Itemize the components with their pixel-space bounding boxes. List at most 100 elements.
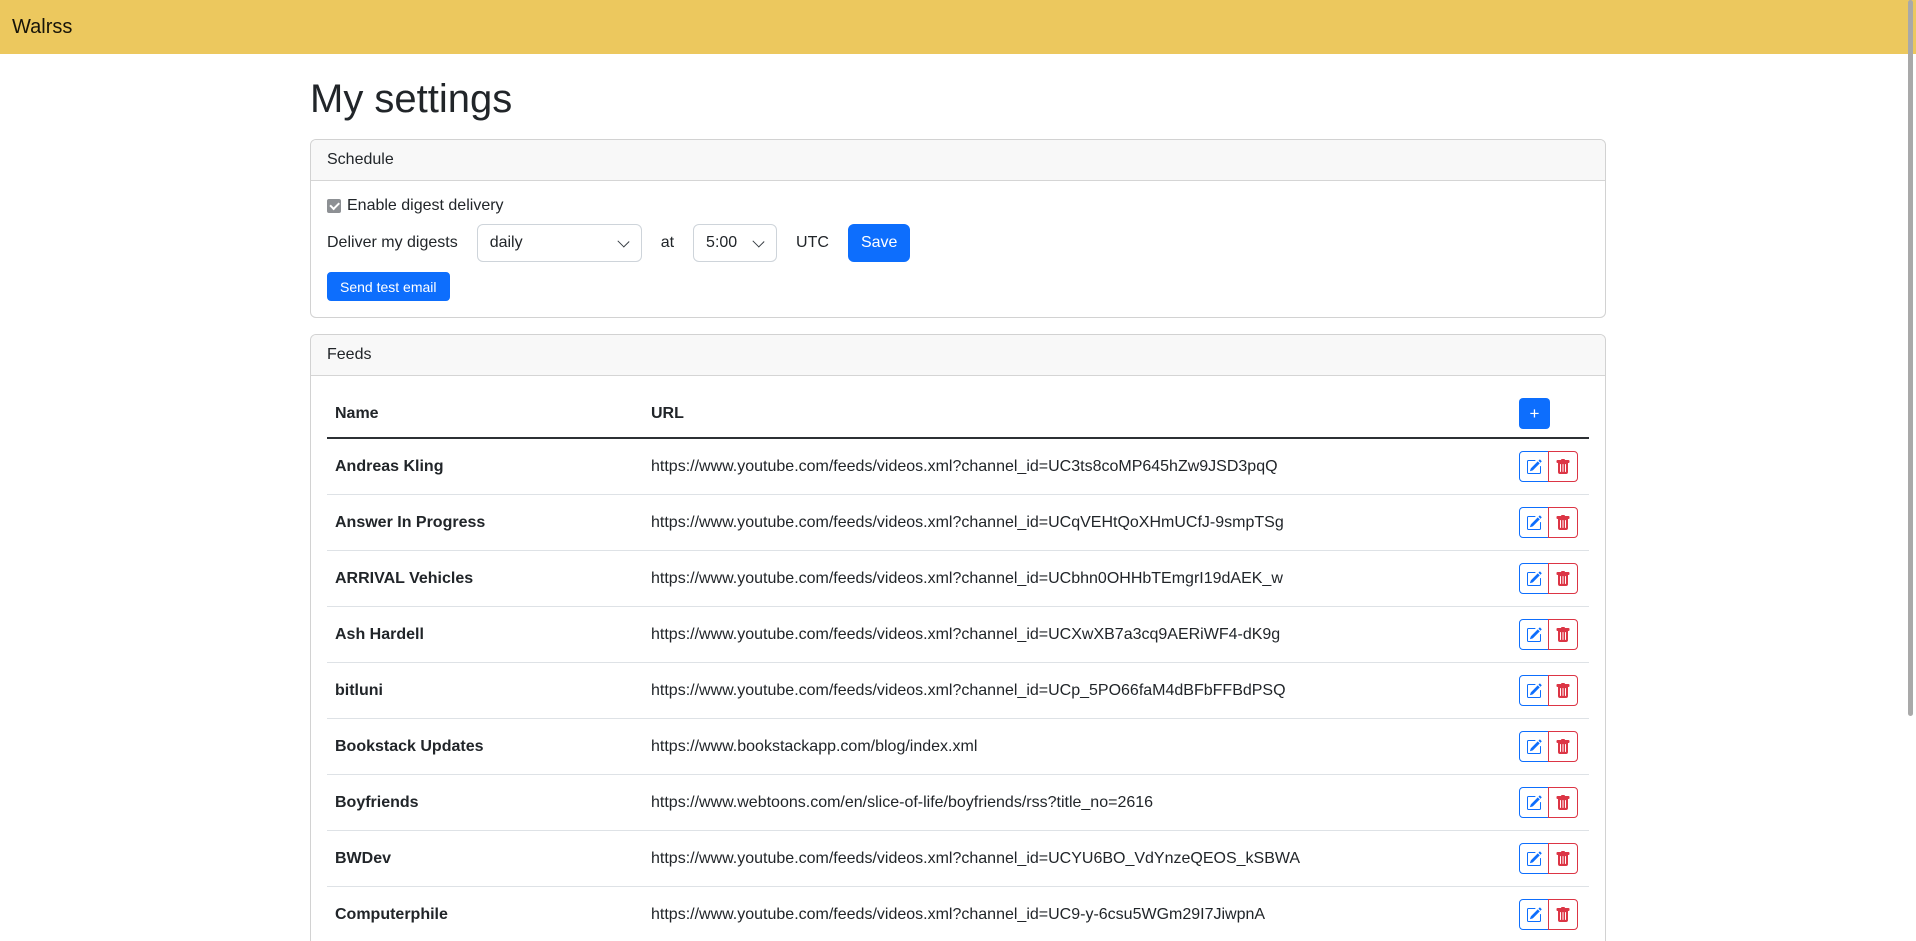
delete-feed-button[interactable] bbox=[1548, 507, 1578, 538]
chevron-down-icon bbox=[617, 235, 629, 247]
table-row: Ash Hardell https://www.youtube.com/feed… bbox=[327, 607, 1589, 663]
delete-feed-button[interactable] bbox=[1548, 451, 1578, 482]
edit-feed-button[interactable] bbox=[1519, 787, 1549, 818]
table-row: Bookstack Updates https://www.bookstacka… bbox=[327, 719, 1589, 775]
feed-url: https://www.youtube.com/feeds/videos.xml… bbox=[643, 663, 1511, 719]
feed-url: https://www.youtube.com/feeds/videos.xml… bbox=[643, 495, 1511, 551]
frequency-selected-value: daily bbox=[490, 234, 523, 252]
edit-feed-button[interactable] bbox=[1519, 507, 1549, 538]
send-test-email-button[interactable]: Send test email bbox=[327, 272, 450, 301]
feed-url: https://www.bookstackapp.com/blog/index.… bbox=[643, 719, 1511, 775]
feed-name: BWDev bbox=[327, 831, 643, 887]
page-title: My settings bbox=[310, 75, 1606, 123]
feed-actions bbox=[1519, 787, 1578, 818]
table-row: Computerphile https://www.youtube.com/fe… bbox=[327, 887, 1589, 941]
feed-name: ARRIVAL Vehicles bbox=[327, 551, 643, 607]
feed-url: https://www.youtube.com/feeds/videos.xml… bbox=[643, 438, 1511, 495]
enable-digest-checkbox[interactable] bbox=[327, 199, 341, 213]
edit-feed-button[interactable] bbox=[1519, 899, 1549, 930]
feeds-card-header: Feeds bbox=[311, 335, 1605, 376]
enable-digest-label[interactable]: Enable digest delivery bbox=[347, 197, 504, 215]
vertical-scrollbar[interactable] bbox=[1908, 0, 1913, 716]
trash-icon bbox=[1555, 459, 1571, 475]
column-header-name: Name bbox=[327, 376, 643, 438]
table-row: bitluni https://www.youtube.com/feeds/vi… bbox=[327, 663, 1589, 719]
trash-icon bbox=[1555, 795, 1571, 811]
time-selected-value: 5:00 bbox=[706, 234, 737, 252]
trash-icon bbox=[1555, 515, 1571, 531]
edit-feed-button[interactable] bbox=[1519, 451, 1549, 482]
feed-actions bbox=[1519, 675, 1578, 706]
feed-actions bbox=[1519, 899, 1578, 930]
feed-name: Boyfriends bbox=[327, 775, 643, 831]
edit-feed-button[interactable] bbox=[1519, 619, 1549, 650]
feed-name: Ash Hardell bbox=[327, 607, 643, 663]
feed-actions bbox=[1519, 507, 1578, 538]
edit-feed-button[interactable] bbox=[1519, 675, 1549, 706]
feed-name: Answer In Progress bbox=[327, 495, 643, 551]
feeds-card: Feeds Name URL + Andreas Kling h bbox=[310, 334, 1606, 941]
frequency-select[interactable]: daily bbox=[477, 224, 642, 262]
chevron-down-icon bbox=[753, 235, 765, 247]
feed-actions bbox=[1519, 563, 1578, 594]
pencil-square-icon bbox=[1526, 683, 1542, 699]
feed-name: Andreas Kling bbox=[327, 438, 643, 495]
delete-feed-button[interactable] bbox=[1548, 563, 1578, 594]
table-row: Boyfriends https://www.webtoons.com/en/s… bbox=[327, 775, 1589, 831]
delete-feed-button[interactable] bbox=[1548, 899, 1578, 930]
navbar: Walrss bbox=[0, 0, 1916, 54]
time-select[interactable]: 5:00 bbox=[693, 224, 777, 262]
trash-icon bbox=[1555, 739, 1571, 755]
pencil-square-icon bbox=[1526, 851, 1542, 867]
table-row: Answer In Progress https://www.youtube.c… bbox=[327, 495, 1589, 551]
save-button[interactable]: Save bbox=[848, 224, 910, 262]
trash-icon bbox=[1555, 627, 1571, 643]
pencil-square-icon bbox=[1526, 515, 1542, 531]
pencil-square-icon bbox=[1526, 739, 1542, 755]
delete-feed-button[interactable] bbox=[1548, 731, 1578, 762]
feed-url: https://www.webtoons.com/en/slice-of-lif… bbox=[643, 775, 1511, 831]
schedule-card: Schedule Enable digest delivery Deliver … bbox=[310, 139, 1606, 318]
column-header-url: URL bbox=[643, 376, 1511, 438]
feed-actions bbox=[1519, 731, 1578, 762]
feeds-card-body: Name URL + Andreas Kling https://www.you… bbox=[311, 376, 1605, 941]
feeds-table-header-row: Name URL + bbox=[327, 376, 1589, 438]
main-content: My settings Schedule Enable digest deliv… bbox=[310, 54, 1606, 941]
at-label: at bbox=[661, 234, 674, 252]
table-row: BWDev https://www.youtube.com/feeds/vide… bbox=[327, 831, 1589, 887]
feed-url: https://www.youtube.com/feeds/videos.xml… bbox=[643, 551, 1511, 607]
pencil-square-icon bbox=[1526, 459, 1542, 475]
delete-feed-button[interactable] bbox=[1548, 619, 1578, 650]
feed-name: Computerphile bbox=[327, 887, 643, 941]
plus-icon: + bbox=[1530, 405, 1540, 422]
feed-url: https://www.youtube.com/feeds/videos.xml… bbox=[643, 887, 1511, 941]
feeds-table: Name URL + Andreas Kling https://www.you… bbox=[327, 376, 1589, 941]
delete-feed-button[interactable] bbox=[1548, 787, 1578, 818]
feed-url: https://www.youtube.com/feeds/videos.xml… bbox=[643, 607, 1511, 663]
table-row: ARRIVAL Vehicles https://www.youtube.com… bbox=[327, 551, 1589, 607]
pencil-square-icon bbox=[1526, 795, 1542, 811]
trash-icon bbox=[1555, 851, 1571, 867]
feed-actions bbox=[1519, 619, 1578, 650]
feed-actions bbox=[1519, 451, 1578, 482]
pencil-square-icon bbox=[1526, 571, 1542, 587]
pencil-square-icon bbox=[1526, 907, 1542, 923]
utc-label: UTC bbox=[796, 234, 829, 252]
pencil-square-icon bbox=[1526, 627, 1542, 643]
schedule-card-header: Schedule bbox=[311, 140, 1605, 181]
feed-name: Bookstack Updates bbox=[327, 719, 643, 775]
trash-icon bbox=[1555, 571, 1571, 587]
schedule-card-body: Enable digest delivery Deliver my digest… bbox=[311, 181, 1605, 317]
edit-feed-button[interactable] bbox=[1519, 843, 1549, 874]
trash-icon bbox=[1555, 907, 1571, 923]
table-row: Andreas Kling https://www.youtube.com/fe… bbox=[327, 438, 1589, 495]
trash-icon bbox=[1555, 683, 1571, 699]
feed-actions bbox=[1519, 843, 1578, 874]
edit-feed-button[interactable] bbox=[1519, 563, 1549, 594]
delete-feed-button[interactable] bbox=[1548, 843, 1578, 874]
feed-name: bitluni bbox=[327, 663, 643, 719]
navbar-brand[interactable]: Walrss bbox=[12, 16, 72, 39]
delete-feed-button[interactable] bbox=[1548, 675, 1578, 706]
add-feed-button[interactable]: + bbox=[1519, 398, 1550, 429]
edit-feed-button[interactable] bbox=[1519, 731, 1549, 762]
